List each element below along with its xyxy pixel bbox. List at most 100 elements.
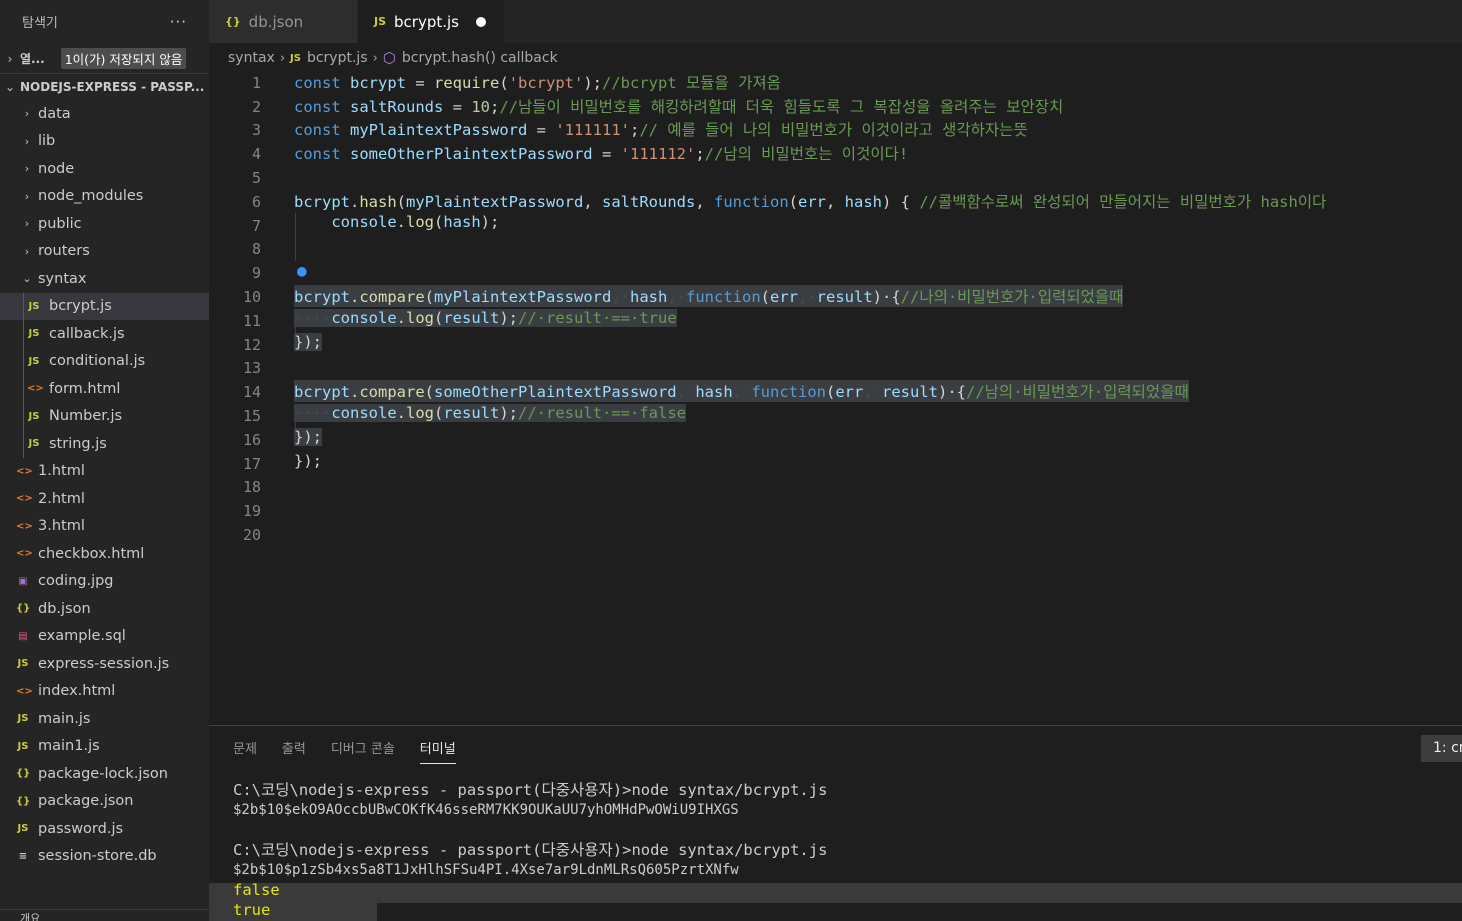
folder-public[interactable]: › public <box>0 210 209 238</box>
json-file-icon: {} <box>16 768 31 780</box>
chevron-down-icon: ⌄ <box>4 80 16 94</box>
file-tree: › data › lib › node › node_modules › public › route… <box>0 100 209 870</box>
outline-section[interactable]: 개요 <box>0 909 209 921</box>
file-form-html[interactable]: <> form.html <box>0 375 209 403</box>
file-coding-jpg[interactable]: ▣ coding.jpg <box>0 568 209 596</box>
html-file-icon: <> <box>16 493 33 505</box>
line-number-text: 3 <box>251 121 261 140</box>
tab-bcrypt-js[interactable]: JS bcrypt.js <box>358 0 505 43</box>
tree-item-label: password.js <box>38 820 124 837</box>
line-number-text: 19 <box>242 502 261 521</box>
terminal-line: C:\코딩\nodejs-express - passport(다중사용자)>n… <box>233 781 828 799</box>
folder-routers[interactable]: › routers <box>0 238 209 266</box>
folder-node-modules[interactable]: › node_modules <box>0 183 209 211</box>
explorer-title: 탐색기 <box>22 16 58 31</box>
file-conditional-js[interactable]: JS conditional.js <box>0 347 209 375</box>
file-session-store-db[interactable]: ≡ session-store.db <box>0 843 209 871</box>
chevron-right-icon: › <box>24 217 30 231</box>
file-example-sql[interactable]: ▤ example.sql <box>0 623 209 651</box>
project-section[interactable]: ⌄ NODEJS-EXPRESS - PASSP... <box>0 73 209 100</box>
terminal-select-dropdown[interactable]: 1: cmd <box>1421 735 1462 762</box>
tree-indent-guide <box>23 347 24 375</box>
file-number-js[interactable]: JS Number.js <box>0 402 209 430</box>
file-callback-js[interactable]: JS callback.js <box>0 320 209 348</box>
code-line-14: bcrypt.compare(someOtherPlaintextPasswor… <box>294 380 1189 402</box>
file-1-html[interactable]: <> 1.html <box>0 458 209 486</box>
code-line-11: ····console.log(result);//·result·==·tru… <box>294 309 677 327</box>
file-password-js[interactable]: JS password.js <box>0 815 209 843</box>
outline-label: 개요 <box>20 912 41 921</box>
tree-indent-guide <box>23 375 24 403</box>
html-file-icon: <> <box>27 383 44 395</box>
terminal-line: true <box>233 901 271 919</box>
file-index-html[interactable]: <> index.html <box>0 678 209 706</box>
more-actions-icon[interactable]: ··· <box>170 13 187 31</box>
terminal-line: $2b$10$p1zSb4xs5a8T1JxHlhSFSu4PI.4Xse7ar… <box>233 862 739 878</box>
file-bcrypt-js[interactable]: JS bcrypt.js <box>0 292 209 320</box>
line-number: 9 <box>209 261 1462 285</box>
folder-syntax[interactable]: ⌄ syntax <box>0 265 209 293</box>
line-number-text: 14 <box>242 383 261 402</box>
file-3-html[interactable]: <> 3.html <box>0 513 209 541</box>
folder-data[interactable]: › data <box>0 100 209 128</box>
json-file-icon: {} <box>16 603 31 615</box>
line-number: 17 <box>209 452 1462 476</box>
tree-item-label: string.js <box>49 435 107 452</box>
tab-label: db.json <box>248 12 304 31</box>
tree-indent-guide <box>23 320 24 348</box>
file-db-json[interactable]: {} db.json <box>0 595 209 623</box>
explorer-header: 탐색기 ··· <box>0 0 209 43</box>
file-checkbox-html[interactable]: <> checkbox.html <box>0 540 209 568</box>
chevron-right-icon: › <box>24 244 30 258</box>
line-number-text: 5 <box>251 169 261 188</box>
breadcrumb-symbol[interactable]: bcrypt.hash() callback <box>402 50 558 66</box>
file-main-js[interactable]: JS main.js <box>0 705 209 733</box>
file-2-html[interactable]: <> 2.html <box>0 485 209 513</box>
html-file-icon: <> <box>16 465 33 477</box>
chevron-right-icon: › <box>7 51 13 66</box>
line-number-text: 13 <box>242 359 261 378</box>
tab-output[interactable]: 출력 <box>282 738 306 764</box>
code-line-16: }); <box>294 428 322 446</box>
tab-db-json[interactable]: {} db.json <box>209 0 358 43</box>
tree-item-label: coding.jpg <box>38 573 114 590</box>
tab-debug-console[interactable]: 디버그 콘솔 <box>331 738 395 764</box>
code-line-7: console.log(hash); <box>331 213 500 231</box>
breadcrumb-folder[interactable]: syntax <box>228 50 275 66</box>
tree-item-label: routers <box>38 243 90 260</box>
js-file-icon: JS <box>28 410 40 422</box>
line-number-text: 7 <box>251 216 261 235</box>
js-file-icon: JS <box>28 438 40 450</box>
tree-item-label: form.html <box>49 380 121 397</box>
unsaved-dot-icon[interactable] <box>476 16 486 27</box>
code-editor[interactable]: 20 19 18 17 16 15 14 13 12 11 10 9 8 7 6 5 4 3 2 1 ● const … <box>209 71 1462 725</box>
tree-item-label: Number.js <box>49 408 123 425</box>
chevron-down-icon: ⌄ <box>22 272 32 286</box>
folder-lib[interactable]: › lib <box>0 128 209 156</box>
file-package-lock-json[interactable]: {} package-lock.json <box>0 760 209 788</box>
tree-item-label: main.js <box>38 710 91 727</box>
lightbulb-icon[interactable]: ● <box>297 261 307 280</box>
unsaved-badge: 1이(가) 저장되지 않음 <box>60 48 187 69</box>
open-editors-section[interactable]: › 열... 1이(가) 저장되지 않음 <box>0 45 209 72</box>
tree-item-label: package.json <box>38 793 134 810</box>
file-main1-js[interactable]: JS main1.js <box>0 733 209 761</box>
folder-node[interactable]: › node <box>0 155 209 183</box>
tab-problems[interactable]: 문제 <box>233 738 257 764</box>
terminal-output[interactable]: C:\코딩\nodejs-express - passport(다중사용자)>n… <box>233 780 1462 920</box>
breadcrumb-file[interactable]: bcrypt.js <box>307 50 368 66</box>
line-number: 5 <box>209 166 1462 190</box>
tree-item-label: conditional.js <box>49 353 146 370</box>
file-string-js[interactable]: JS string.js <box>0 430 209 458</box>
js-file-icon: JS <box>17 658 29 670</box>
code-line-17: }); <box>294 452 322 470</box>
line-number-text: 15 <box>242 407 261 426</box>
tree-item-label: lib <box>38 133 56 150</box>
tab-terminal[interactable]: 터미널 <box>419 738 456 764</box>
open-editors-label: 열... <box>20 52 45 66</box>
js-file-icon: JS <box>28 328 40 340</box>
file-package-json[interactable]: {} package.json <box>0 788 209 816</box>
file-express-session-js[interactable]: JS express-session.js <box>0 650 209 678</box>
line-number: 12 <box>209 333 1462 357</box>
